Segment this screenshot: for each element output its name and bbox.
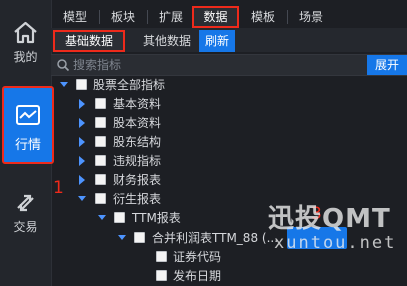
trade-arrows-icon (17, 194, 34, 212)
tab-extend[interactable]: 扩展 (151, 6, 191, 28)
refresh-button[interactable]: 刷新 (199, 30, 235, 52)
caret-right-icon[interactable] (77, 133, 87, 151)
tree-node-label: 基本资料 (113, 97, 162, 111)
subtab-other-data[interactable]: 其他数据 (135, 30, 199, 52)
caret-down-icon[interactable] (97, 209, 107, 227)
checkbox[interactable] (156, 270, 167, 281)
nav-item-trade[interactable]: 交易 (0, 178, 51, 242)
left-nav: 我的 行情 交易 (0, 0, 54, 286)
caret-right-icon[interactable] (77, 171, 87, 189)
caret-down-icon[interactable] (117, 229, 127, 247)
caret-right-icon[interactable] (77, 114, 87, 132)
checkbox[interactable] (134, 232, 145, 243)
checkbox[interactable] (95, 193, 106, 204)
search-bar: 展开 (51, 54, 407, 76)
nav-label-trade: 交易 (13, 220, 38, 234)
checkbox[interactable] (156, 251, 167, 262)
watermark-url: xuntou.net (274, 233, 397, 253)
checkbox[interactable] (114, 212, 125, 223)
tree-node-label: 证券代码 (173, 250, 222, 264)
checkbox[interactable] (95, 136, 106, 147)
tree-node-label: 衍生报表 (113, 192, 162, 206)
tab-data[interactable]: 数据 (192, 6, 239, 28)
tree-node-label: 股票全部指标 (93, 78, 166, 92)
watermark-title: 迅投QMT (268, 204, 391, 234)
home-icon (14, 21, 37, 44)
caret-down-icon[interactable] (77, 190, 87, 208)
checkbox[interactable] (76, 79, 87, 90)
expand-button[interactable]: 展开 (367, 55, 407, 75)
checkbox[interactable] (95, 155, 106, 166)
tab-template[interactable]: 模板 (243, 6, 283, 28)
tree-node-label: 股东结构 (113, 135, 162, 149)
checkbox[interactable] (95, 98, 106, 109)
tree-node-label: 合并利润表TTM_88 (... (152, 231, 279, 245)
tree-node-label: TTM报表 (132, 211, 181, 225)
caret-right-icon[interactable] (77, 152, 87, 170)
checkbox[interactable] (95, 117, 106, 128)
tree-node-label: 财务报表 (113, 173, 162, 187)
tab-scene[interactable]: 场景 (291, 6, 331, 28)
sub-tab-bar: 基础数据 其他数据 刷新 (51, 28, 407, 52)
search-input[interactable] (73, 56, 353, 74)
tab-sector[interactable]: 板块 (103, 6, 143, 28)
indicator-tree: 股票全部指标 基本资料 股本资料 股东结构 违规指标 财务报表 衍生报表 TTM… (51, 75, 407, 286)
tree-node-label: 违规指标 (113, 154, 162, 168)
caret-down-icon[interactable] (59, 76, 69, 94)
nav-label-mine: 我的 (13, 50, 38, 64)
tree-node-label: 股本资料 (113, 116, 162, 130)
tab-model[interactable]: 模型 (55, 6, 95, 28)
nav-item-mine[interactable]: 我的 (0, 8, 51, 72)
nav-item-market[interactable]: 行情 (2, 86, 54, 164)
tab-divider (287, 10, 288, 24)
nav-label-market: 行情 (14, 138, 41, 153)
search-icon (57, 59, 70, 72)
chart-line-icon (16, 105, 40, 125)
tree-node-label: 发布日期 (173, 269, 222, 283)
checkbox[interactable] (95, 174, 106, 185)
subtab-basic-data[interactable]: 基础数据 (53, 30, 125, 52)
caret-right-icon[interactable] (77, 95, 87, 113)
tab-divider (147, 10, 148, 24)
tab-divider (99, 10, 100, 24)
